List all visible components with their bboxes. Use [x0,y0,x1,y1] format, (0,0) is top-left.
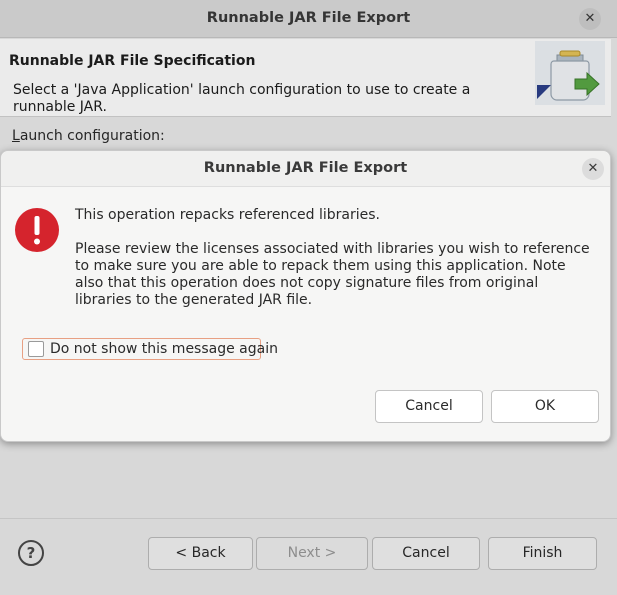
message-dialog: Runnable JAR File Export ✕ This operatio… [0,150,611,442]
error-icon [15,208,59,252]
dialog-title: Runnable JAR File Export [203,160,408,176]
dialog-cancel-button[interactable]: Cancel [375,390,483,423]
checkbox-box[interactable] [28,341,44,357]
dialog-titlebar: Runnable JAR File Export ✕ [1,151,610,187]
dialog-message-body: Please review the licenses associated wi… [75,241,590,308]
dialog-headline: This operation repacks referenced librar… [75,207,380,223]
checkbox-label[interactable]: Do not show this message again [50,341,278,357]
dialog-ok-button[interactable]: OK [491,390,599,423]
dialog-close-button[interactable]: ✕ [582,158,604,180]
do-not-show-again-checkbox[interactable]: Do not show this message again [22,338,278,360]
